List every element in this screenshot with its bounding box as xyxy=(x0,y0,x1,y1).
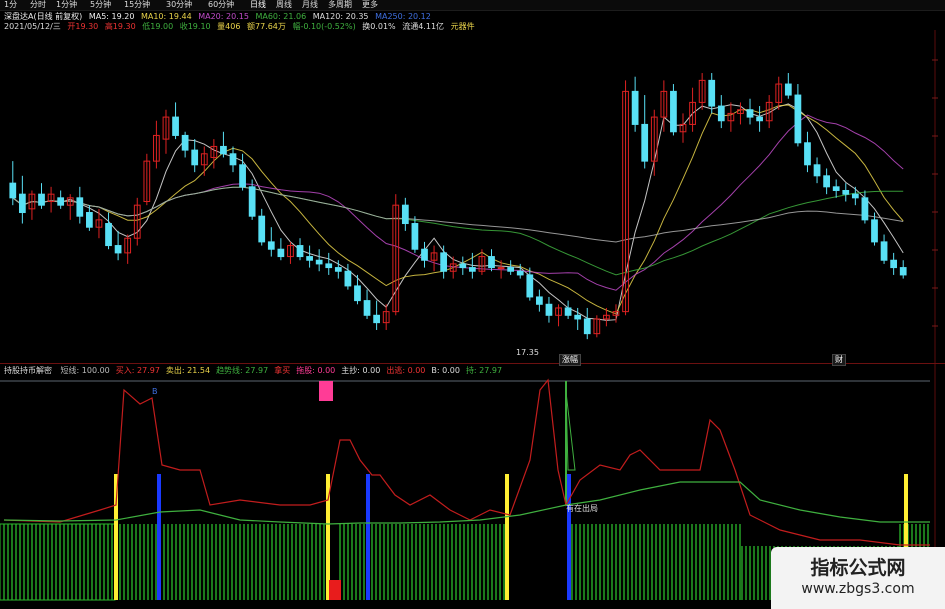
low-price-label: 17.35 xyxy=(516,348,539,357)
candle-body xyxy=(794,94,802,144)
red-signal-block xyxy=(329,580,341,600)
candle-body xyxy=(516,270,524,276)
watermark-box: 指标公式网 www.zbgs3.com xyxy=(771,547,945,609)
candle-body xyxy=(459,263,467,269)
candle-body xyxy=(746,109,754,118)
indicator-value-5: 拖股: 0.00 xyxy=(296,366,336,375)
histogram-frame xyxy=(0,523,116,601)
candle-body xyxy=(86,212,93,228)
candle-body xyxy=(880,241,888,261)
candle-body xyxy=(631,90,639,125)
candle-body xyxy=(804,142,811,166)
candle-body xyxy=(181,134,189,151)
candle-body xyxy=(488,256,495,269)
candle-body xyxy=(545,303,553,316)
candle-body xyxy=(57,197,65,206)
candle-body xyxy=(717,105,725,122)
candle-body xyxy=(220,145,227,155)
candle-body xyxy=(38,193,45,206)
exit-note: 有在出局 xyxy=(566,504,598,513)
indicator-name: 持股持币解密 xyxy=(4,366,52,375)
candle-body xyxy=(239,164,246,188)
candle-body xyxy=(421,248,428,261)
buy-signal-bar xyxy=(157,474,161,600)
candle-body xyxy=(411,223,419,250)
candle-body xyxy=(296,245,304,258)
watermark-line2: www.zbgs3.com xyxy=(801,581,915,597)
stock-chart-window: 1分 分时 1分钟 5分钟 15分钟 30分钟 60分钟 日线 周线 月线 多周期 更多 深盘达A(日… xyxy=(0,0,945,609)
event-tag-2[interactable]: 财 xyxy=(832,354,846,366)
indicator-info-line: 持股持币解密 短线: 100.00 买入: 27.97 卖出: 21.54 趋势线: … xyxy=(4,365,508,377)
candle-body xyxy=(641,123,649,162)
buy-marker: B xyxy=(152,387,158,396)
candle-body xyxy=(564,307,572,316)
candle-body xyxy=(258,215,266,243)
candle-body xyxy=(583,318,591,335)
candle-body xyxy=(344,270,352,287)
candle-body xyxy=(334,267,342,272)
candle-body xyxy=(784,83,792,96)
candle-body xyxy=(315,259,323,265)
candle-body xyxy=(851,193,859,199)
candle-body xyxy=(708,79,716,107)
indicator-value-8: B: 0.00 xyxy=(431,366,460,375)
candle-body xyxy=(191,149,199,166)
candle-body xyxy=(325,263,333,269)
candle-body xyxy=(468,267,476,272)
trend-spike xyxy=(565,391,576,471)
candle-body xyxy=(813,164,821,177)
indicator-value-2: 卖出: 21.54 xyxy=(165,366,211,375)
candle-body xyxy=(363,300,371,316)
indicator-value-9: 持: 27.97 xyxy=(465,366,503,375)
candle-body xyxy=(267,241,275,250)
buy-signal-bar xyxy=(567,474,571,600)
candle-body xyxy=(172,116,179,136)
candle-body xyxy=(76,197,84,217)
candle-body xyxy=(440,252,448,272)
candle-body xyxy=(373,314,380,324)
candle-body xyxy=(899,267,907,276)
indicator-value-7: 出逃: 0.00 xyxy=(386,366,426,375)
candle-body xyxy=(18,193,26,214)
candle-body xyxy=(248,186,256,217)
candlestick-chart[interactable] xyxy=(0,0,945,609)
trend-line xyxy=(3,481,930,525)
candle-body xyxy=(756,116,763,122)
event-tag-1[interactable]: 涨幅 xyxy=(559,354,581,366)
candle-body xyxy=(306,256,313,261)
candle-body xyxy=(526,274,534,298)
buy-signal-bar xyxy=(366,474,370,600)
candle-body xyxy=(497,267,505,270)
candle-body xyxy=(354,285,361,302)
candle-body xyxy=(401,204,409,225)
candle-body xyxy=(842,189,850,195)
candle-body xyxy=(114,245,122,254)
candle-body xyxy=(574,314,582,320)
indicator-value-3: 趋势线: 27.97 xyxy=(216,366,269,375)
candle-body xyxy=(536,296,543,305)
candle-body xyxy=(871,219,878,243)
watermark-line1: 指标公式网 xyxy=(810,557,906,579)
candle-body xyxy=(9,182,17,199)
indicator-value-1: 买入: 27.97 xyxy=(115,366,160,375)
candle-body xyxy=(823,175,830,188)
candle-body xyxy=(670,90,677,133)
candle-body xyxy=(890,259,898,269)
indicator-value-6: 主抄: 0.00 xyxy=(341,366,381,375)
candle-body xyxy=(507,267,515,272)
indicator-value-4: 拿买 xyxy=(274,366,291,375)
candle-body xyxy=(105,223,112,247)
candle-body xyxy=(861,197,869,221)
panel-separator xyxy=(0,363,945,364)
indicator-value-0: 短线: 100.00 xyxy=(60,366,110,375)
ma10-line xyxy=(12,104,904,315)
candle-body xyxy=(229,153,237,166)
candle-body xyxy=(277,248,285,258)
candle-body xyxy=(832,186,840,191)
pink-signal-block xyxy=(319,381,333,401)
sell-signal-bar xyxy=(505,474,509,600)
